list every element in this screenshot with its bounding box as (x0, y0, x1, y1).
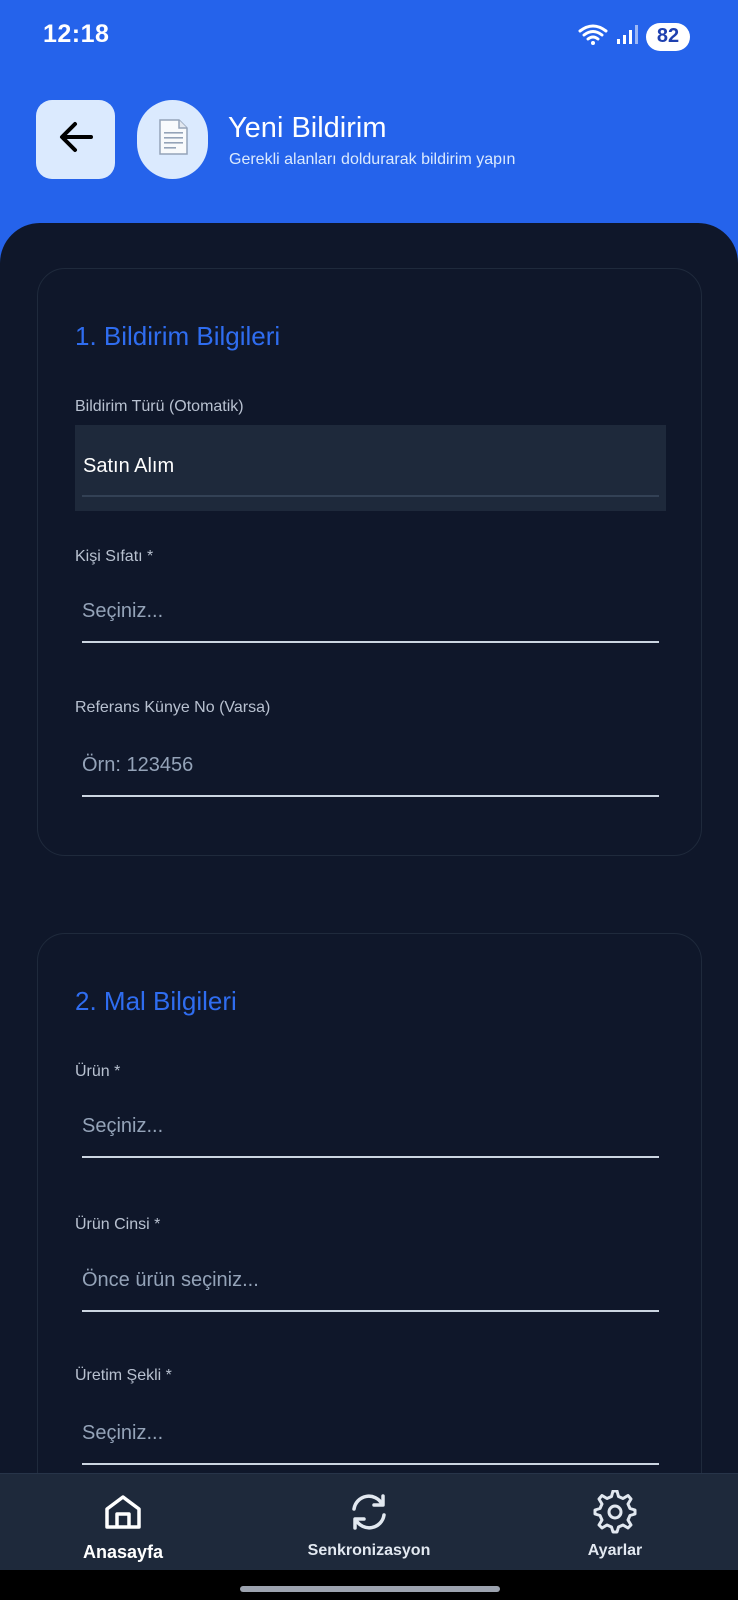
signal-icon (616, 23, 638, 50)
status-bar: 12:18 82 (0, 0, 738, 72)
field-label: Bildirim Türü (Otomatik) (75, 398, 244, 415)
nav-label: Ayarlar (587, 1542, 643, 1559)
page-title: Yeni Bildirim (228, 112, 387, 144)
section-card-mal: 2. Mal Bilgileri Ürün * Seçiniz... Ürün … (37, 933, 702, 1473)
urun-select[interactable]: Seçiniz... (82, 1100, 659, 1158)
back-button[interactable] (36, 100, 115, 179)
nav-item-anasayfa[interactable]: Anasayfa (60, 1474, 186, 1571)
nav-label: Anasayfa (82, 1542, 164, 1562)
bottom-navigation: Anasayfa Senkronizasyon Ayarlar (0, 1473, 738, 1570)
field-label: Referans Künye No (Varsa) (75, 699, 271, 716)
field-placeholder: Örn: 123456 (82, 754, 194, 776)
field-placeholder: Seçiniz... (82, 1422, 164, 1444)
battery-indicator: 82 (646, 22, 690, 51)
nav-label: Senkronizasyon (307, 1542, 431, 1559)
bildirim-turu-field: Satın Alım (75, 425, 666, 511)
status-time: 12:18 (43, 20, 110, 48)
field-value: Satın Alım (83, 455, 175, 477)
urun-cinsi-select[interactable]: Önce ürün seçiniz... (82, 1254, 659, 1312)
home-icon (103, 1490, 143, 1534)
gesture-handle[interactable] (240, 1586, 500, 1592)
form-content[interactable]: 1. Bildirim Bilgileri Bildirim Türü (Oto… (0, 223, 738, 1473)
field-placeholder: Önce ürün seçiniz... (82, 1269, 259, 1291)
referans-kunye-input[interactable]: Örn: 123456 (82, 739, 659, 797)
wifi-icon (578, 22, 608, 51)
system-gesture-area (0, 1570, 738, 1600)
uretim-sekli-select[interactable]: Seçiniz... (82, 1407, 659, 1465)
document-icon (156, 118, 190, 161)
section-card-bildirim: 1. Bildirim Bilgileri Bildirim Türü (Oto… (37, 268, 702, 856)
field-label: Ürün Cinsi * (75, 1216, 161, 1233)
page-subtitle: Gerekli alanları doldurarak bildirim yap… (229, 151, 516, 168)
section-title: 2. Mal Bilgileri (75, 986, 237, 1016)
kisi-sifati-select[interactable]: Seçiniz... (82, 585, 659, 643)
document-avatar (137, 100, 208, 179)
field-label: Kişi Sıfatı * (75, 548, 154, 565)
status-icons: 82 (578, 22, 690, 51)
gear-icon (593, 1490, 637, 1534)
nav-item-senkronizasyon[interactable]: Senkronizasyon (290, 1474, 448, 1571)
field-placeholder: Seçiniz... (82, 1115, 164, 1137)
arrow-left-icon (57, 120, 95, 159)
field-label: Üretim Şekli * (75, 1367, 172, 1384)
field-placeholder: Seçiniz... (82, 600, 164, 622)
field-label: Ürün * (75, 1063, 121, 1080)
sync-icon (347, 1490, 391, 1534)
field-underline (82, 495, 659, 497)
nav-item-ayarlar[interactable]: Ayarlar (560, 1474, 670, 1571)
section-title: 1. Bildirim Bilgileri (75, 321, 281, 351)
